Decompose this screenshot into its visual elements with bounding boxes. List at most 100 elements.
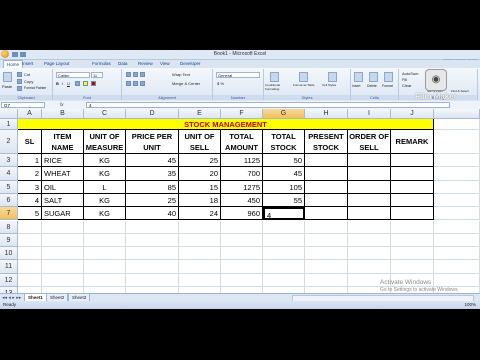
cell-d9[interactable] (126, 233, 179, 248)
table-cell[interactable]: 4 (18, 193, 42, 208)
table-cell-empty[interactable] (305, 180, 348, 194)
column-header-e[interactable]: E (179, 109, 221, 119)
cell-d11[interactable] (126, 260, 179, 274)
format-icon[interactable] (384, 72, 393, 82)
table-cell-empty[interactable] (348, 167, 391, 181)
table-cell[interactable]: 1275 (221, 180, 263, 194)
cell-j8[interactable] (391, 220, 434, 234)
table-cell-empty[interactable] (348, 193, 391, 208)
column-header-i[interactable]: I (348, 109, 391, 119)
cell-c8[interactable] (84, 220, 126, 234)
copy-icon[interactable] (17, 79, 22, 84)
cell-j11[interactable] (391, 260, 434, 274)
column-header-c[interactable]: C (84, 109, 126, 119)
italic-icon[interactable]: I (62, 81, 63, 86)
table-cell[interactable]: 35 (126, 167, 179, 181)
cell-f12[interactable] (221, 273, 263, 287)
fx-icon[interactable]: fx (60, 101, 64, 109)
font-size-select[interactable]: 11 (91, 72, 103, 78)
cell-e12[interactable] (179, 273, 221, 287)
table-cell[interactable]: 960 (221, 207, 263, 221)
cell-e11[interactable] (179, 260, 221, 274)
cell-i11[interactable] (348, 260, 391, 274)
table-cell[interactable]: 3 (18, 180, 42, 194)
table-cell[interactable]: KG (84, 193, 126, 208)
cell-e8[interactable] (179, 220, 221, 234)
table-cell[interactable]: 20 (179, 167, 221, 181)
cell-c12[interactable] (84, 273, 126, 287)
table-cell-empty[interactable] (348, 180, 391, 194)
cell-b11[interactable] (42, 260, 84, 274)
align-top-icon[interactable] (126, 72, 131, 77)
table-cell[interactable]: WHEAT (42, 167, 84, 181)
autosum-button[interactable]: AutoSum (402, 71, 418, 76)
cell-a10[interactable] (18, 247, 42, 261)
format-as-table-icon[interactable] (299, 72, 308, 82)
table-cell[interactable]: 25 (179, 154, 221, 168)
fill-button[interactable]: Fill (402, 77, 407, 82)
table-cell-empty[interactable] (391, 154, 434, 168)
cell-b9[interactable] (42, 233, 84, 248)
name-box[interactable]: G7 (1, 102, 45, 108)
row-header-10[interactable]: 10 (0, 247, 18, 261)
align-middle-icon[interactable] (133, 72, 138, 77)
cell-a8[interactable] (18, 220, 42, 234)
tab-insert[interactable]: Insert (22, 60, 33, 68)
table-cell[interactable]: 45 (126, 154, 179, 168)
copy-button[interactable]: Copy (24, 79, 33, 84)
select-all-corner[interactable] (0, 109, 18, 119)
table-cell-empty[interactable] (348, 154, 391, 168)
zoom-level[interactable]: 100% (464, 301, 476, 309)
insert-button[interactable]: Insert (352, 84, 360, 89)
column-header-b[interactable]: B (42, 109, 84, 119)
format-button[interactable]: Format (382, 84, 393, 89)
cell-c9[interactable] (84, 233, 126, 248)
cell-b8[interactable] (42, 220, 84, 234)
table-cell[interactable]: SUGAR (42, 207, 84, 221)
table-cell[interactable]: KG (84, 207, 126, 221)
table-cell[interactable]: SALT (42, 193, 84, 208)
row-header-4[interactable]: 4 (0, 167, 18, 181)
align-left-icon[interactable] (126, 81, 131, 86)
row-header-1[interactable]: 1 (0, 119, 18, 130)
currency-icon[interactable]: $ % (217, 81, 224, 86)
tab-view[interactable]: View (160, 60, 170, 68)
clear-button[interactable]: Clear (402, 83, 412, 88)
paste-button[interactable]: Paste (2, 84, 12, 89)
tab-developer[interactable]: Developer (180, 60, 201, 68)
cell-d10[interactable] (126, 247, 179, 261)
font-name-select[interactable]: Calibri (56, 72, 90, 78)
row-header-8[interactable]: 8 (0, 220, 18, 234)
row-header-5[interactable]: 5 (0, 180, 18, 194)
table-cell[interactable]: KG (84, 154, 126, 168)
align-center-icon[interactable] (133, 81, 138, 86)
table-cell[interactable]: 85 (126, 180, 179, 194)
cell-a12[interactable] (18, 273, 42, 287)
cell-f11[interactable] (221, 260, 263, 274)
cut-icon[interactable] (17, 72, 22, 77)
table-cell[interactable]: 50 (263, 154, 305, 168)
table-cell[interactable]: 5 (18, 207, 42, 221)
table-cell-empty[interactable] (305, 193, 348, 208)
table-cell-empty[interactable] (391, 167, 434, 181)
table-cell-empty[interactable] (305, 207, 348, 221)
wrap-text-button[interactable]: Wrap Text (172, 72, 190, 77)
row-header-3[interactable]: 3 (0, 154, 18, 168)
column-header-f[interactable]: F (221, 109, 263, 119)
table-cell-empty[interactable] (348, 207, 391, 221)
table-cell[interactable]: 40 (126, 207, 179, 221)
column-header-g[interactable]: G (263, 109, 305, 119)
table-cell-empty[interactable] (305, 167, 348, 181)
cell-e9[interactable] (179, 233, 221, 248)
column-header-d[interactable]: D (126, 109, 179, 119)
merge-center-button[interactable]: Merge & Center (172, 81, 200, 86)
cell-styles-button[interactable]: Cell Styles (322, 83, 347, 88)
table-cell[interactable]: 450 (221, 193, 263, 208)
cell-h10[interactable] (305, 247, 348, 261)
cell-f9[interactable] (221, 233, 263, 248)
bold-icon[interactable]: B (56, 81, 59, 86)
column-header-j[interactable]: J (391, 109, 434, 119)
cell-c11[interactable] (84, 260, 126, 274)
align-right-icon[interactable] (140, 81, 145, 86)
row-header-2[interactable]: 2 (0, 130, 18, 154)
